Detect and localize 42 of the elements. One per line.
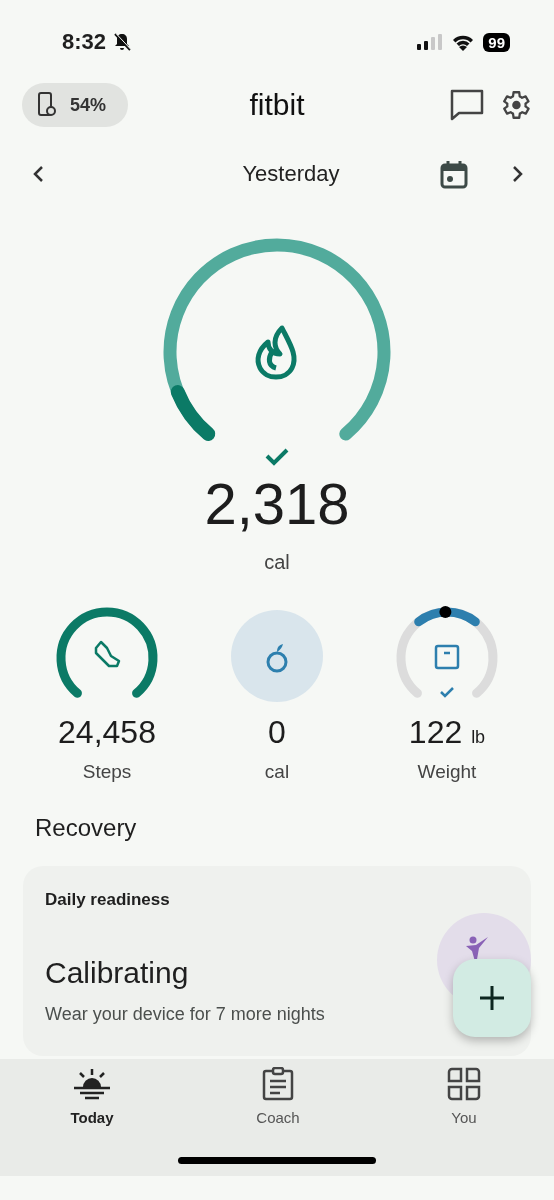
calendar-icon[interactable] <box>440 159 468 189</box>
phone-watch-icon <box>38 92 56 118</box>
apple-icon <box>266 644 288 673</box>
nav-tab[interactable]: Today <box>50 1067 134 1126</box>
weight-range-arc <box>414 607 480 627</box>
card-title: Daily readiness <box>45 890 171 910</box>
flame-icon <box>255 325 297 380</box>
scale-icon <box>434 644 460 670</box>
stat-tile[interactable]: 122 lb Weight <box>392 606 502 812</box>
stat-label: Steps <box>82 761 132 783</box>
grid-icon <box>447 1067 481 1101</box>
nav-tab[interactable]: You <box>422 1067 506 1126</box>
battery-level: 99 <box>483 32 510 52</box>
stat-tile[interactable]: 24,458 Steps <box>52 606 162 812</box>
stat-label: Weight <box>417 761 477 783</box>
clock-time: 8:32 <box>62 29 107 55</box>
readiness-message: Wear your device for 7 more nights <box>45 1004 326 1025</box>
readiness-card[interactable]: Daily readiness Calibrating Wear your device for 7 more nights <box>23 866 531 1056</box>
sunrise-icon <box>72 1067 112 1101</box>
chat-icon[interactable] <box>450 89 484 121</box>
plus-icon <box>478 984 506 1012</box>
app-logo: fitbit <box>249 88 305 121</box>
wifi-icon <box>451 33 476 51</box>
stat-value: 0 <box>268 714 286 750</box>
stat-value: 122 <box>408 714 463 750</box>
stat-value: 24,458 <box>58 714 156 750</box>
stat-unit: lb <box>471 727 486 747</box>
stat-label: cal <box>264 761 290 783</box>
section-title: Recovery <box>35 814 137 841</box>
weight-marker <box>439 606 452 619</box>
shoe-icon <box>94 640 121 668</box>
device-battery-button[interactable]: 54% <box>22 83 129 127</box>
signal-icon <box>417 34 444 50</box>
nav-tab[interactable]: Coach <box>236 1067 320 1126</box>
readiness-status: Calibrating <box>45 956 190 990</box>
add-button[interactable] <box>453 959 531 1037</box>
date-label: Yesterday <box>242 161 340 186</box>
muted-bell-icon <box>112 32 133 52</box>
calorie-unit: cal <box>264 551 290 574</box>
calorie-value: 2,318 <box>204 470 350 537</box>
stat-tile[interactable]: 0 cal <box>222 606 332 812</box>
clipboard-icon <box>262 1067 294 1101</box>
